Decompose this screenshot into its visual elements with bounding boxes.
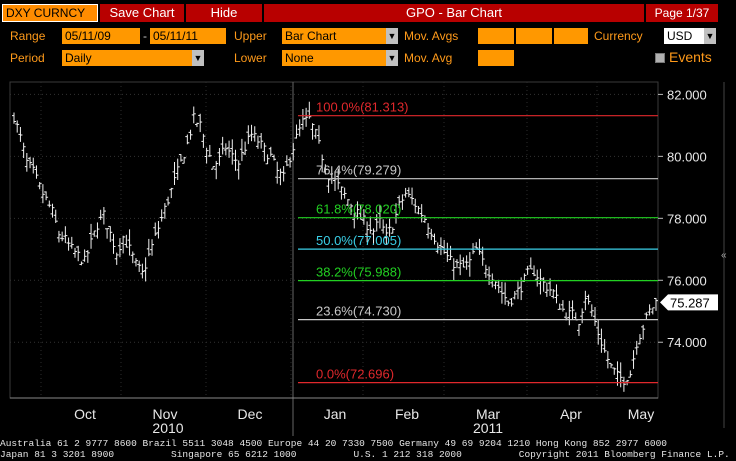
upper-dropdown-icon[interactable]: ▼ — [386, 28, 398, 44]
lower-label: Lower — [234, 51, 267, 65]
ticker-box[interactable]: DXY CURNCY — [2, 4, 98, 22]
upper-select[interactable]: Bar Chart — [282, 28, 386, 44]
year-label: 2011 — [473, 420, 503, 436]
page-indicator[interactable]: Page 1/37 — [646, 4, 718, 22]
save-chart-button[interactable]: Save Chart — [100, 4, 184, 22]
x-tick-label: Apr — [560, 406, 582, 422]
currency-dropdown-icon[interactable]: ▼ — [704, 28, 716, 44]
fib-level-label: 0.0%(72.696) — [316, 367, 394, 382]
footer-contacts-line-2: Japan 81 3 3201 8900 Singapore 65 6212 1… — [0, 449, 730, 460]
mov-avgs-label: Mov. Avgs — [404, 29, 459, 43]
period-dropdown-icon[interactable]: ▼ — [192, 50, 204, 66]
range-separator: - — [143, 29, 147, 43]
fib-level-label: 38.2%(75.988) — [316, 265, 401, 280]
y-tick-label: 80.000 — [667, 149, 707, 164]
price-chart[interactable]: 82.000 80.000 78.000 76.000 74.000 100.0%(81.… — [0, 76, 736, 436]
y-tick-label: 82.000 — [667, 87, 707, 102]
period-label: Period — [10, 51, 45, 65]
y-tick-label: 76.000 — [667, 273, 707, 288]
hide-button[interactable]: Hide — [186, 4, 262, 22]
mov-avg-2-input[interactable] — [516, 28, 552, 44]
x-tick-label: Jan — [324, 406, 347, 422]
y-tick-label: 74.000 — [667, 335, 707, 350]
page-title: GPO - Bar Chart — [264, 4, 644, 22]
fib-level-label: 50.0%(77.005) — [316, 233, 401, 248]
range-label: Range — [10, 29, 46, 43]
fib-level-label: 23.6%(74.730) — [316, 304, 401, 319]
x-tick-label: May — [628, 406, 654, 422]
x-tick-label: Dec — [238, 406, 263, 422]
year-label: 2010 — [152, 420, 183, 436]
events-checkbox[interactable] — [655, 53, 665, 63]
mov-avg-label: Mov. Avg — [404, 51, 453, 65]
y-tick-label: 78.000 — [667, 211, 707, 226]
upper-label: Upper — [234, 29, 267, 43]
currency-select[interactable]: USD — [664, 28, 704, 44]
lower-select[interactable]: None — [282, 50, 386, 66]
range-start-input[interactable]: 05/11/09 — [62, 28, 140, 44]
currency-label: Currency — [594, 29, 643, 43]
fib-level-label: 61.8%(78.020) — [316, 202, 401, 217]
lower-dropdown-icon[interactable]: ▼ — [386, 50, 398, 66]
footer-contacts-line-1: Australia 61 2 9777 8600 Brazil 5511 304… — [0, 438, 668, 449]
range-end-input[interactable]: 05/11/11 — [150, 28, 226, 44]
x-tick-label: Oct — [74, 406, 96, 422]
x-tick-label: Feb — [395, 406, 419, 422]
period-select[interactable]: Daily — [62, 50, 192, 66]
last-price-label: 75.287 — [670, 295, 710, 310]
fib-level-label: 100.0%(81.313) — [316, 100, 409, 115]
events-label: Events — [669, 49, 712, 65]
mov-avg-input[interactable] — [478, 50, 514, 66]
fib-level-label: 76.4%(79.279) — [316, 163, 401, 178]
mov-avg-1-input[interactable] — [478, 28, 514, 44]
scroll-arrow-icon: « — [721, 250, 727, 261]
mov-avg-3-input[interactable] — [554, 28, 588, 44]
